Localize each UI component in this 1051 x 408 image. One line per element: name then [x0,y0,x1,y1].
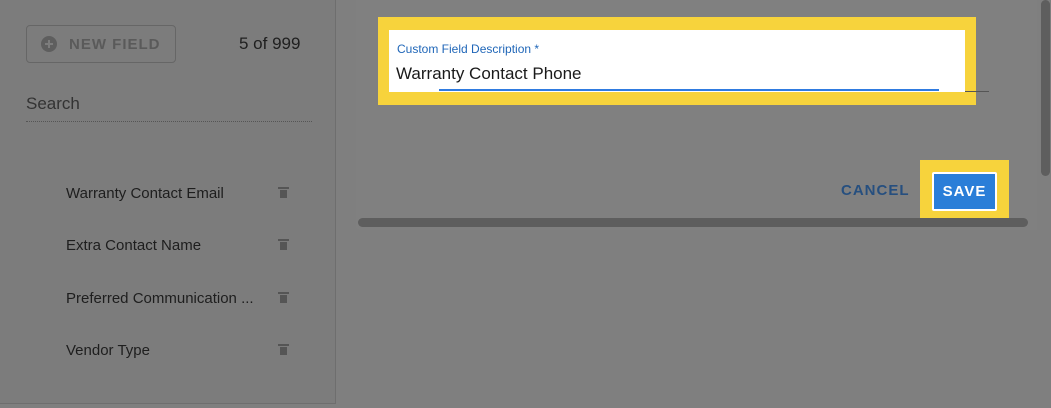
field-value[interactable]: Warranty Contact Phone [396,64,582,84]
add-circle-icon [41,36,57,52]
trash-icon[interactable] [278,344,289,355]
field-label: Custom Field Description * [397,42,540,56]
custom-field-description-input[interactable]: Custom Field Description * Warranty Cont… [389,30,965,92]
field-count: 5 of 999 [239,34,301,53]
list-item-label: Warranty Contact Email [66,184,224,202]
list-item-preferred-communication[interactable]: Preferred Communication ... [66,286,316,310]
vertical-scrollbar[interactable] [1041,0,1050,176]
new-field-label: NEW FIELD [69,35,161,53]
field-focus-underline [439,89,939,91]
save-button[interactable]: SAVE [932,172,997,211]
search-input[interactable]: Search [26,94,80,114]
trash-icon[interactable] [278,292,289,303]
app-root: NEW FIELD 5 of 999 Search Warranty Conta… [0,0,1051,408]
search-underline [26,121,312,122]
list-item-warranty-contact-email[interactable]: Warranty Contact Email [66,181,316,205]
cancel-button[interactable]: CANCEL [841,182,910,199]
list-item-extra-contact-name[interactable]: Extra Contact Name [66,233,316,257]
new-field-button[interactable]: NEW FIELD [26,25,176,63]
custom-fields-sidebar: NEW FIELD 5 of 999 Search Warranty Conta… [0,0,336,404]
list-item-label: Vendor Type [66,341,150,359]
list-item-vendor-type[interactable]: Vendor Type [66,338,316,362]
list-item-label: Extra Contact Name [66,236,202,254]
trash-icon[interactable] [278,187,289,198]
horizontal-scrollbar[interactable] [358,218,1028,227]
trash-icon[interactable] [278,239,289,250]
list-item-label: Preferred Communication ... [66,289,254,307]
